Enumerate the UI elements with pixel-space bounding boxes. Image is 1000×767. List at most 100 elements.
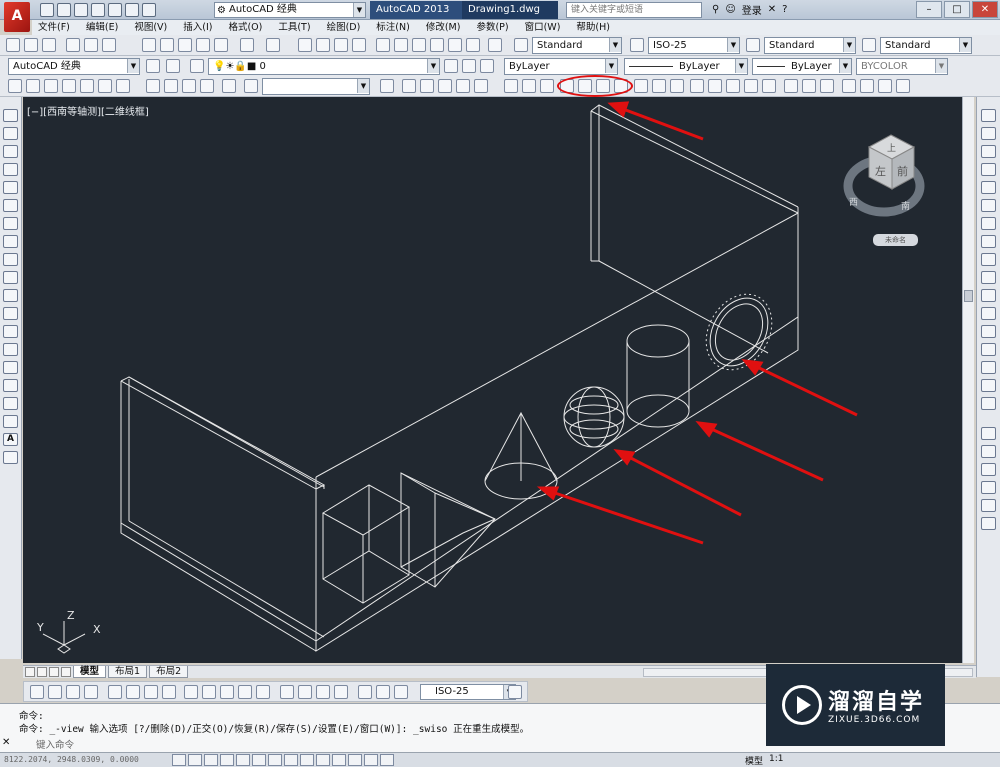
menu-modify[interactable]: 修改(M) [420, 20, 467, 35]
vertical-scrollbar[interactable] [962, 97, 974, 663]
ortho-icon[interactable] [220, 754, 234, 766]
nw-iso-icon[interactable] [200, 79, 214, 93]
hidden-style-icon[interactable] [420, 79, 434, 93]
dim-style-icon[interactable] [630, 38, 644, 52]
quick-properties-icon[interactable] [364, 754, 378, 766]
hatch-back-icon[interactable] [981, 517, 996, 530]
user-icon[interactable]: ☺ [725, 4, 735, 15]
minimize-button[interactable]: – [916, 1, 942, 18]
3d-rotate-icon[interactable] [860, 79, 874, 93]
se-iso-icon[interactable] [164, 79, 178, 93]
viewcube-front-label[interactable]: 前 [897, 164, 908, 178]
insert-block-icon[interactable] [3, 307, 18, 320]
break-at-point-icon[interactable] [981, 307, 996, 320]
transparency-icon[interactable] [348, 754, 362, 766]
union-icon[interactable] [784, 79, 798, 93]
annotation-scale[interactable]: 1:1 [769, 754, 783, 767]
rotate-icon[interactable] [981, 217, 996, 230]
tool-palettes-icon[interactable] [412, 38, 426, 52]
sheet-set-icon[interactable] [430, 38, 444, 52]
box-icon[interactable] [522, 79, 536, 93]
help-icon[interactable]: ? [782, 4, 787, 15]
make-block-icon[interactable] [3, 325, 18, 338]
text-style-combo[interactable]: Standard ▼ [532, 37, 622, 54]
2d-wireframe-icon[interactable] [402, 79, 416, 93]
menu-edit[interactable]: 编辑(E) [80, 20, 124, 35]
polar-icon[interactable] [236, 754, 250, 766]
lock-ui-icon[interactable] [166, 59, 180, 73]
circle-icon[interactable] [3, 217, 18, 230]
grid-icon[interactable] [204, 754, 218, 766]
properties-icon[interactable] [376, 38, 390, 52]
mleader-style-combo[interactable]: Standard ▼ [880, 37, 972, 54]
help-icon[interactable] [488, 38, 502, 52]
radius-dim-icon[interactable] [108, 685, 122, 699]
save-icon[interactable] [42, 38, 56, 52]
construction-line-icon[interactable] [3, 127, 18, 140]
compass-west-label[interactable]: 西 [849, 197, 858, 208]
revolve-icon[interactable] [744, 79, 758, 93]
point-icon[interactable] [3, 343, 18, 356]
intersect-icon[interactable] [820, 79, 834, 93]
new-icon[interactable] [6, 38, 20, 52]
move-icon[interactable] [981, 199, 996, 212]
helix-icon[interactable] [652, 79, 666, 93]
scroll-thumb[interactable] [964, 290, 973, 302]
osnap-icon[interactable] [252, 754, 266, 766]
rectangle-icon[interactable] [3, 181, 18, 194]
text-style-icon[interactable] [514, 38, 528, 52]
camera-icon[interactable] [222, 79, 236, 93]
redo-icon[interactable] [266, 38, 280, 52]
add-selected-icon[interactable] [3, 451, 18, 464]
dim-edit-icon[interactable] [358, 685, 372, 699]
arc-length-icon[interactable] [66, 685, 80, 699]
menu-file[interactable]: 文件(F) [32, 20, 76, 35]
plot-icon[interactable] [108, 3, 122, 17]
offset-icon[interactable] [981, 163, 996, 176]
view-right-icon[interactable] [98, 79, 112, 93]
3d-osnap-icon[interactable] [268, 754, 282, 766]
open-icon[interactable] [24, 38, 38, 52]
infer-constraints-icon[interactable] [172, 754, 186, 766]
drawing-viewport[interactable]: [−][西南等轴测][二维线框] Z Y X 上 左 前 西 南 未命名 [23, 97, 962, 663]
view-front-icon[interactable] [62, 79, 76, 93]
layer-previous-icon[interactable] [462, 59, 476, 73]
scale-icon[interactable] [981, 235, 996, 248]
print-icon[interactable] [66, 38, 80, 52]
properties-icon[interactable] [380, 79, 394, 93]
draw-order-back-icon[interactable] [981, 445, 996, 458]
viewport-controls-label[interactable]: [−][西南等轴测][二维线框] [27, 103, 149, 118]
new-file-icon[interactable] [40, 3, 54, 17]
undo-icon[interactable] [125, 3, 139, 17]
menu-format[interactable]: 格式(O) [222, 20, 268, 35]
quick-dim-icon[interactable] [184, 685, 198, 699]
dim-space-icon[interactable] [238, 685, 252, 699]
dim-break-icon[interactable] [256, 685, 270, 699]
otrack-icon[interactable] [284, 754, 298, 766]
workspace-settings-icon[interactable] [146, 59, 160, 73]
3d-align-icon[interactable] [878, 79, 892, 93]
menu-help[interactable]: 帮助(H) [570, 20, 616, 35]
paste-icon[interactable] [178, 38, 192, 52]
selection-cycling-icon[interactable] [380, 754, 394, 766]
binoculars-icon[interactable]: ⚲ [712, 4, 719, 15]
conceptual-style-icon[interactable] [456, 79, 470, 93]
table-icon[interactable] [3, 415, 18, 428]
autocad-logo[interactable]: A [4, 2, 30, 32]
trim-icon[interactable] [981, 271, 996, 284]
publish-icon[interactable] [102, 38, 116, 52]
table-style-combo[interactable]: Standard ▼ [764, 37, 856, 54]
realistic-style-icon[interactable] [438, 79, 452, 93]
copy-icon[interactable] [160, 38, 174, 52]
lineweight-combo[interactable]: ByLayer ▼ [752, 58, 852, 75]
menu-tools[interactable]: 工具(T) [272, 20, 316, 35]
markup-icon[interactable] [448, 38, 462, 52]
arc-icon[interactable] [3, 199, 18, 212]
3d-array-icon[interactable] [896, 79, 910, 93]
angular-dim-icon[interactable] [162, 685, 176, 699]
subtract-icon[interactable] [802, 79, 816, 93]
named-view-button[interactable]: 未命名 [873, 234, 918, 246]
plotstyle-combo[interactable]: BYCOLOR ▼ [856, 58, 948, 75]
zoom-previous-icon[interactable] [352, 38, 366, 52]
sweep-icon[interactable] [726, 79, 740, 93]
